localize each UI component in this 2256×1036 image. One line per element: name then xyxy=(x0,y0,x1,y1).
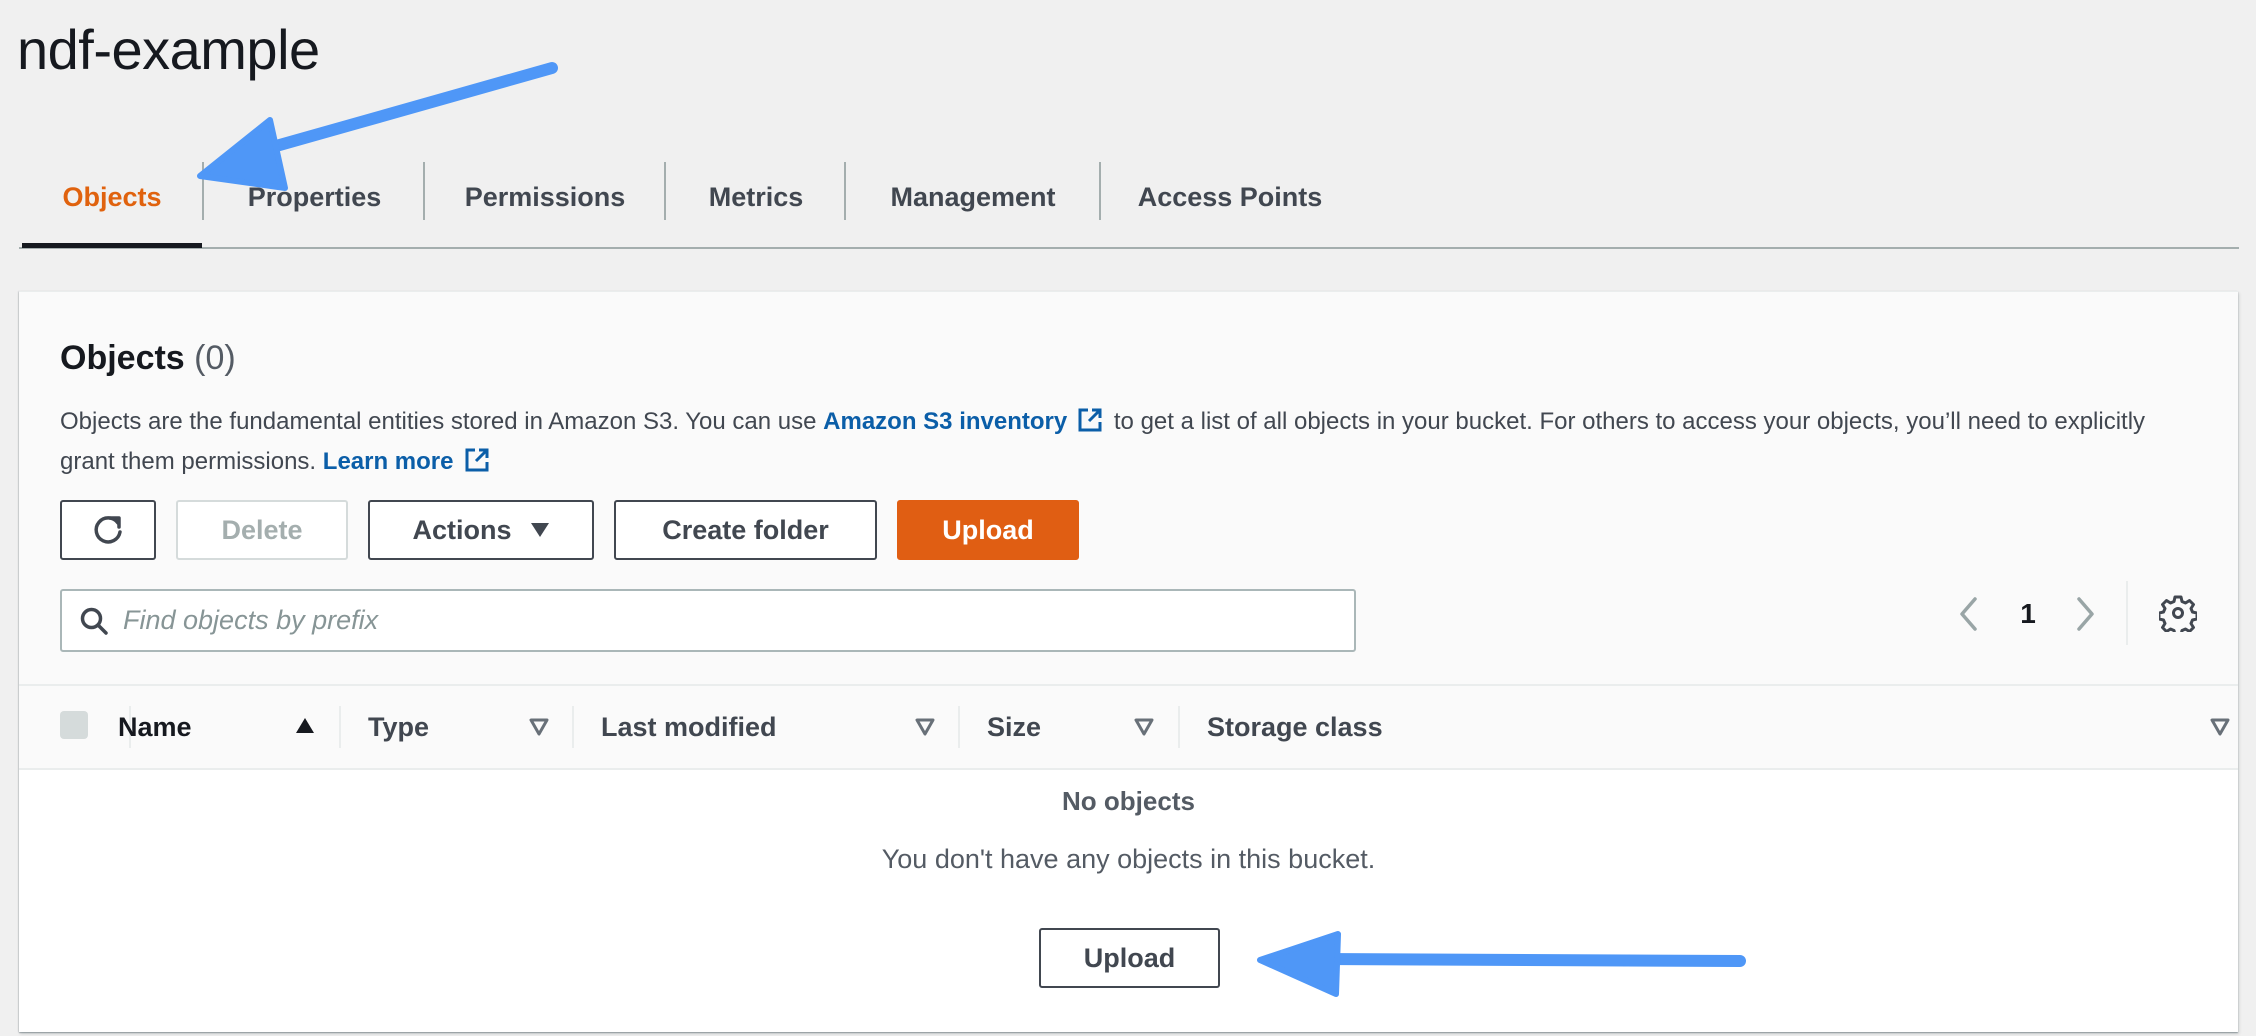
pagination-divider xyxy=(2126,581,2128,645)
objects-heading-title: Objects xyxy=(60,339,185,377)
active-tab-indicator xyxy=(22,243,202,248)
caret-down-icon xyxy=(530,523,549,537)
objects-count: (0) xyxy=(194,339,236,377)
empty-state-upload-button[interactable]: Upload xyxy=(1039,928,1220,988)
objects-panel: Objects (0) Objects are the fundamental … xyxy=(19,291,2238,1032)
column-divider xyxy=(339,706,341,748)
column-divider xyxy=(958,706,960,748)
search-input[interactable] xyxy=(123,605,1354,636)
learn-more-link[interactable]: Learn more xyxy=(323,448,454,475)
tab-management[interactable]: Management xyxy=(846,162,1100,232)
tab-bar: Objects Properties Permissions Metrics M… xyxy=(19,150,2239,250)
column-name-label: Name xyxy=(118,711,192,742)
sort-filter-icon[interactable] xyxy=(2209,715,2231,737)
tab-metrics[interactable]: Metrics xyxy=(666,162,846,232)
delete-button[interactable]: Delete xyxy=(176,500,348,560)
previous-page-button[interactable] xyxy=(1951,592,1985,636)
tab-divider xyxy=(202,162,204,220)
column-header-last-modified[interactable]: Last modified xyxy=(601,706,777,748)
settings-gear-icon[interactable] xyxy=(2159,594,2197,632)
objects-heading: Objects (0) xyxy=(60,336,236,380)
empty-state-message: You don't have any objects in this bucke… xyxy=(881,844,1376,874)
search-field[interactable] xyxy=(60,589,1356,652)
tab-access-points[interactable]: Access Points xyxy=(1101,162,1359,232)
sort-filter-icon[interactable] xyxy=(914,715,936,737)
sort-ascending-icon[interactable] xyxy=(294,715,316,737)
current-page-number[interactable]: 1 xyxy=(2013,592,2043,636)
column-header-name[interactable]: Name xyxy=(118,706,192,748)
column-header-type[interactable]: Type xyxy=(368,706,429,748)
external-link-icon[interactable] xyxy=(464,447,490,473)
refresh-icon xyxy=(94,516,122,544)
column-header-storage-class[interactable]: Storage class xyxy=(1207,706,1383,748)
chevron-left-icon xyxy=(1960,597,1977,631)
next-page-button[interactable] xyxy=(2069,592,2103,636)
select-all-checkbox[interactable] xyxy=(60,711,88,739)
description-text: Objects are the fundamental entities sto… xyxy=(60,408,824,435)
column-header-size[interactable]: Size xyxy=(987,706,1041,748)
external-link-icon[interactable] xyxy=(1077,407,1103,433)
chevron-right-icon xyxy=(2077,597,2094,631)
table-header: Name Type Last modified Size Storage cla… xyxy=(19,684,2238,770)
search-icon xyxy=(80,607,108,635)
column-divider xyxy=(1178,706,1180,748)
tab-permissions[interactable]: Permissions xyxy=(425,162,665,232)
actions-dropdown-button[interactable]: Actions xyxy=(368,500,594,560)
tab-baseline xyxy=(19,247,2239,249)
s3-inventory-link[interactable]: Amazon S3 inventory xyxy=(823,408,1067,435)
objects-description: Objects are the fundamental entities sto… xyxy=(60,402,2180,482)
upload-button[interactable]: Upload xyxy=(897,500,1079,560)
empty-state-title: No objects xyxy=(1062,786,1195,816)
sort-filter-icon[interactable] xyxy=(1133,715,1155,737)
tab-objects[interactable]: Objects xyxy=(19,162,205,232)
sort-filter-icon[interactable] xyxy=(528,715,550,737)
page-title: ndf-example xyxy=(17,18,320,81)
tab-properties[interactable]: Properties xyxy=(205,162,424,232)
actions-label: Actions xyxy=(412,514,512,545)
create-folder-button[interactable]: Create folder xyxy=(614,500,877,560)
table-body: No objects You don't have any objects in… xyxy=(19,770,2238,1032)
column-divider xyxy=(572,706,574,748)
refresh-button[interactable] xyxy=(60,500,156,560)
